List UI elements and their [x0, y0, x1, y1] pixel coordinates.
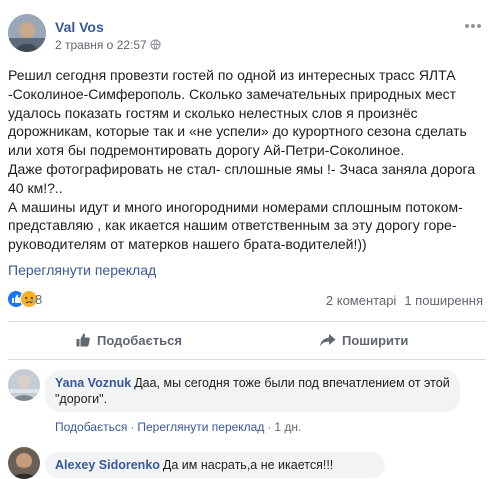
- share-arrow-icon: [320, 333, 336, 346]
- comment-age[interactable]: 1 дн.: [274, 420, 301, 434]
- comment-actions: Подобається · Переглянути переклад · 1 дн.: [55, 420, 301, 434]
- commenter-avatar[interactable]: [8, 369, 40, 401]
- commenter-avatar[interactable]: [8, 447, 40, 479]
- comments-count-link[interactable]: 2 коментарі: [326, 293, 396, 308]
- comment-bubble: Yana Voznuk Даа, мы сегодня тоже были под…: [45, 370, 460, 412]
- reactions-count[interactable]: 8: [35, 292, 42, 307]
- post-paragraph: Решил сегодня провезти гостей по одной и…: [8, 67, 467, 159]
- share-button-label: Поширити: [342, 332, 409, 348]
- post-stats: 2 коментарі 1 поширення: [318, 293, 483, 308]
- more-options-icon[interactable]: [463, 22, 483, 30]
- separator-dot: ·: [130, 420, 135, 434]
- globe-icon: [150, 39, 161, 50]
- comment-text: Да им насрать,а не икается!!!: [162, 458, 334, 472]
- post-author-name[interactable]: Val Vos: [55, 19, 104, 35]
- separator-dot: ·: [267, 420, 272, 434]
- comment-translate-link[interactable]: Переглянути переклад: [137, 420, 264, 434]
- post-body: Решил сегодня провезти гостей по одной и…: [8, 66, 486, 254]
- like-button[interactable]: Подобається: [75, 323, 182, 357]
- shares-count-link[interactable]: 1 поширення: [404, 293, 483, 308]
- comment-like-link[interactable]: Подобається: [55, 420, 127, 434]
- comment-bubble: Alexey Sidorenko Да им насрать,а не икает…: [45, 452, 385, 478]
- post-timestamp-text[interactable]: 2 травня о 22:57: [55, 38, 147, 52]
- author-avatar[interactable]: [8, 14, 46, 52]
- thumbs-up-icon: [76, 333, 90, 347]
- divider: [8, 321, 486, 322]
- see-translation-link[interactable]: Переглянути переклад: [8, 262, 156, 278]
- action-bar: Подобається Поширити: [0, 323, 494, 357]
- post-paragraph: А машины идут и много иногородними номер…: [8, 198, 463, 253]
- commenter-name[interactable]: Alexey Sidorenko: [55, 458, 160, 472]
- commenter-name[interactable]: Yana Voznuk: [55, 376, 131, 390]
- post-timestamp[interactable]: 2 травня о 22:57: [55, 38, 161, 52]
- like-button-label: Подобається: [97, 332, 182, 348]
- post-paragraph: Даже фотографировать не стал- сплошные я…: [8, 160, 476, 196]
- divider: [8, 359, 486, 360]
- share-button[interactable]: Поширити: [319, 323, 408, 357]
- facebook-post: Val Vos 2 травня о 22:57 Решил сегодня п…: [0, 0, 494, 479]
